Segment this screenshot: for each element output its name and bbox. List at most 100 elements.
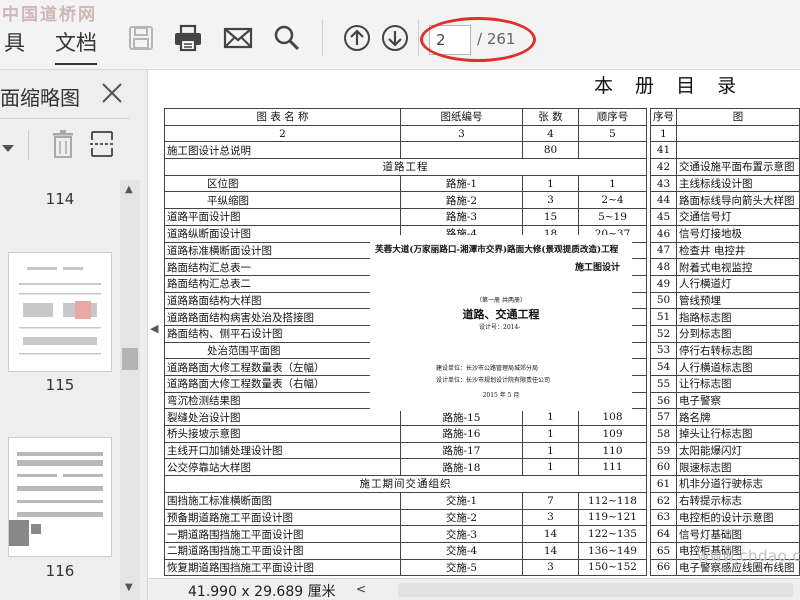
drawing-code: 路施-16: [400, 425, 523, 443]
row-number: 43: [650, 174, 677, 193]
status-bar: 41.990 x 29.689 厘米 <: [148, 578, 800, 600]
row-number: 48: [650, 258, 677, 276]
thumbnail-scrollbar[interactable]: ▲ ▼: [120, 180, 140, 600]
sheet-count: 7: [522, 491, 579, 510]
drawing-name: 检查井 电控井: [676, 241, 800, 260]
row-number: 46: [650, 224, 677, 243]
table-row: 53 停行右转标志图: [650, 341, 800, 360]
scrollbar-thumb[interactable]: [122, 348, 138, 370]
row-number: 66: [650, 558, 677, 577]
table-row: 围挡施工标准横断面图 交施-1 7 112~118: [164, 491, 647, 510]
row-number: 59: [650, 441, 677, 460]
close-panel-button[interactable]: [101, 82, 123, 104]
cover-stage: 施工图设计: [575, 263, 621, 273]
scroll-down-arrow-icon[interactable]: ▼: [125, 582, 133, 593]
drawing-name: 机非分道行驶标志: [676, 475, 800, 493]
sheet-count: 14: [522, 541, 579, 560]
page-thumbnail[interactable]: [8, 252, 112, 372]
tool-separator: [28, 130, 29, 160]
drawing-name: 指路标志图: [676, 308, 800, 326]
drawing-name: [676, 141, 800, 160]
thumbnail-label: 115: [45, 376, 75, 394]
table-row: 施工图设计总说明 80: [164, 141, 647, 160]
drawing-code: 路施-18: [400, 458, 523, 477]
previous-page-button[interactable]: [342, 22, 372, 54]
drawing-name: 路面结构、侧平石设计图: [164, 324, 401, 343]
table-row: 54 人行横道标志图: [650, 358, 800, 376]
drawing-name: [676, 124, 800, 143]
section-row: 道路工程: [164, 158, 647, 176]
collapse-panel-icon[interactable]: ◀: [150, 322, 158, 335]
insert-page-button[interactable]: [90, 130, 114, 162]
sheet-count: 14: [522, 525, 579, 543]
drawing-name: 预备期道路施工平面设计图: [164, 508, 401, 527]
row-number: 52: [650, 324, 677, 343]
menu-tab-document[interactable]: 文档: [55, 27, 97, 65]
drawing-name: 弯沉检测结果图: [164, 391, 401, 410]
drawing-name: 右转提示标志: [676, 491, 800, 510]
drawing-name: 信号灯接地极: [676, 224, 800, 243]
next-page-button[interactable]: [380, 22, 410, 54]
section-row: 施工期间交通组织: [164, 475, 647, 493]
table-row: 64 信号灯基础图: [650, 525, 800, 543]
table-row: 41: [650, 141, 800, 160]
drawing-name: 道路路面结构大样图: [164, 291, 401, 310]
page-thumbnail[interactable]: [8, 437, 112, 557]
drawing-name: 附着式电视监控: [676, 258, 800, 276]
scroll-up-arrow-icon[interactable]: ▲: [125, 184, 133, 195]
close-icon: [102, 83, 122, 103]
print-button[interactable]: [173, 22, 203, 54]
cover-page-overlay: 芙蓉大道(万家丽路口-湘潭市交界)路面大修(景观提质改造)工程 施工图设计 （第…: [370, 235, 632, 411]
table-row: 一期道路围挡施工平面设计图 交施-3 14 122~135: [164, 525, 647, 543]
drawing-name: 处治范围平面图: [164, 341, 401, 360]
options-dropdown-button[interactable]: [2, 138, 14, 157]
table-row: 43 主线标线设计图: [650, 174, 800, 193]
search-button[interactable]: [272, 22, 302, 54]
sequence-number: 111: [578, 458, 647, 477]
menu-tab-tools[interactable]: 具: [4, 27, 25, 57]
table-row: 恢复期道路围挡施工平面设计图 交施-5 3 150~152: [164, 558, 647, 577]
table-row: 63 电控柜的设计示意图: [650, 508, 800, 527]
row-number: 60: [650, 458, 677, 477]
table-header-row: 序号图: [650, 108, 800, 126]
table-row: 58 掉头让行标志图: [650, 425, 800, 443]
row-number: 58: [650, 425, 677, 443]
save-button[interactable]: [126, 22, 156, 54]
row-number: 64: [650, 525, 677, 543]
table-row: 62 右转提示标志: [650, 491, 800, 510]
table-row: 主线开口加铺处理设计图 路施-17 1 110: [164, 441, 647, 460]
thumbnail-label: 116: [45, 562, 75, 580]
column-number: 2: [164, 124, 401, 143]
drawing-name: 二期道路围挡施工平面设计图: [164, 541, 401, 560]
row-number: 61: [650, 475, 677, 493]
delete-page-button[interactable]: [52, 130, 74, 162]
row-number: 62: [650, 491, 677, 510]
table-row: 61 机非分道行驶标志: [650, 475, 800, 493]
sequence-number: 1: [578, 174, 647, 193]
drawing-code: 路施-17: [400, 441, 523, 460]
page-dimensions: 41.990 x 29.689 厘米: [188, 584, 336, 600]
table-row: 57 路名牌: [650, 408, 800, 427]
email-button[interactable]: [223, 22, 253, 54]
trash-icon: [53, 130, 73, 158]
envelope-icon: [223, 27, 253, 49]
drawing-code: 路施-3: [400, 208, 523, 226]
column-header: 图: [676, 108, 800, 126]
cover-main-title: 道路、交通工程: [462, 308, 540, 321]
column-number: 4: [522, 124, 579, 143]
row-number: 41: [650, 141, 677, 160]
column-number: 5: [578, 124, 647, 143]
horizontal-scrollbar[interactable]: [398, 583, 793, 597]
highlight-ellipse-annotation: [420, 17, 536, 62]
drawing-name: 道路平面设计图: [164, 208, 401, 226]
scroll-left-arrow-icon[interactable]: <: [356, 582, 366, 596]
row-number: 47: [650, 241, 677, 260]
sheet-count: 3: [522, 191, 579, 210]
section-title: 施工期间交通组织: [164, 475, 647, 493]
row-number: 53: [650, 341, 677, 360]
table-row: 道路平面设计图 路施-3 15 5~19: [164, 208, 647, 226]
row-number: 55: [650, 375, 677, 393]
cover-designer: 设计单位：长沙市规划设计院有限责任公司: [436, 377, 551, 384]
drawing-name: 围挡施工标准横断面图: [164, 491, 401, 510]
row-number: 45: [650, 208, 677, 226]
